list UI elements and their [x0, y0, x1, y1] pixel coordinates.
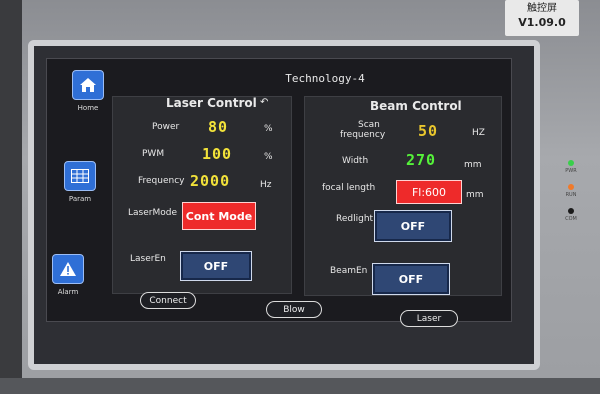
- pwr-led-label: PWR: [565, 168, 577, 174]
- pwr-led-icon: [568, 160, 574, 166]
- pwm-unit: %: [264, 152, 273, 162]
- device-label-text: 触控屏: [527, 3, 557, 14]
- laser-mode-button[interactable]: Cont Mode: [182, 202, 256, 230]
- status-leds: PWR RUN COM: [556, 160, 586, 232]
- width-label: Width: [342, 156, 369, 166]
- device-version: V1.09.0: [518, 16, 566, 29]
- nav-alarm[interactable]: Alarm: [42, 254, 94, 296]
- nav-param[interactable]: Param: [54, 161, 106, 203]
- laser-en-label: LaserEn: [130, 254, 166, 264]
- back-arrow-icon[interactable]: ↶: [260, 97, 268, 108]
- power-label: Power: [152, 122, 180, 132]
- com-led-label: COM: [565, 216, 577, 222]
- home-icon: [72, 70, 104, 100]
- redlight-toggle[interactable]: OFF: [374, 210, 452, 242]
- focal-length-unit: mm: [466, 190, 484, 200]
- run-led-label: RUN: [565, 192, 577, 198]
- nav-home-label: Home: [77, 104, 99, 112]
- frequency-label: Frequency: [138, 176, 185, 186]
- width-value[interactable]: 270: [406, 151, 436, 169]
- power-value[interactable]: 80: [208, 118, 228, 136]
- redlight-label: Redlight: [336, 214, 374, 224]
- beam-control-title: Beam Control: [370, 99, 462, 113]
- frequency-value[interactable]: 2000: [190, 172, 230, 190]
- width-unit: mm: [464, 160, 482, 170]
- beam-en-label: BeamEn: [330, 266, 368, 276]
- laser-control-title: Laser Control: [166, 96, 257, 110]
- page-title: Technology-4: [285, 72, 365, 85]
- bezel-bottom: [0, 378, 600, 394]
- nav-param-label: Param: [68, 195, 92, 203]
- focal-length-button[interactable]: Fl:600: [396, 180, 462, 204]
- beam-en-toggle[interactable]: OFF: [372, 263, 450, 295]
- pwm-label: PWM: [142, 149, 165, 159]
- laser-en-toggle[interactable]: OFF: [180, 251, 252, 281]
- device-label: 触控屏 V1.09.0: [505, 0, 579, 36]
- connect-button[interactable]: Connect: [140, 292, 196, 309]
- pwm-value[interactable]: 100: [202, 145, 232, 163]
- scan-label-1: Scan: [358, 120, 380, 130]
- power-unit: %: [264, 124, 273, 134]
- com-led-icon: [568, 208, 574, 214]
- frequency-unit: Hz: [260, 180, 272, 190]
- warning-icon: [52, 254, 84, 284]
- grid-icon: [64, 161, 96, 191]
- nav-alarm-label: Alarm: [57, 288, 79, 296]
- scan-label-2: frequency: [340, 130, 386, 140]
- blow-button[interactable]: Blow: [266, 301, 322, 318]
- run-led-icon: [568, 184, 574, 190]
- focal-length-label: focal length: [322, 183, 376, 193]
- laser-button[interactable]: Laser: [400, 310, 458, 327]
- bezel-edge: [0, 0, 22, 394]
- laser-mode-label: LaserMode: [128, 208, 177, 218]
- nav-home[interactable]: Home: [62, 70, 114, 112]
- scan-frequency-value[interactable]: 50: [418, 122, 438, 140]
- scan-frequency-unit: HZ: [472, 128, 485, 138]
